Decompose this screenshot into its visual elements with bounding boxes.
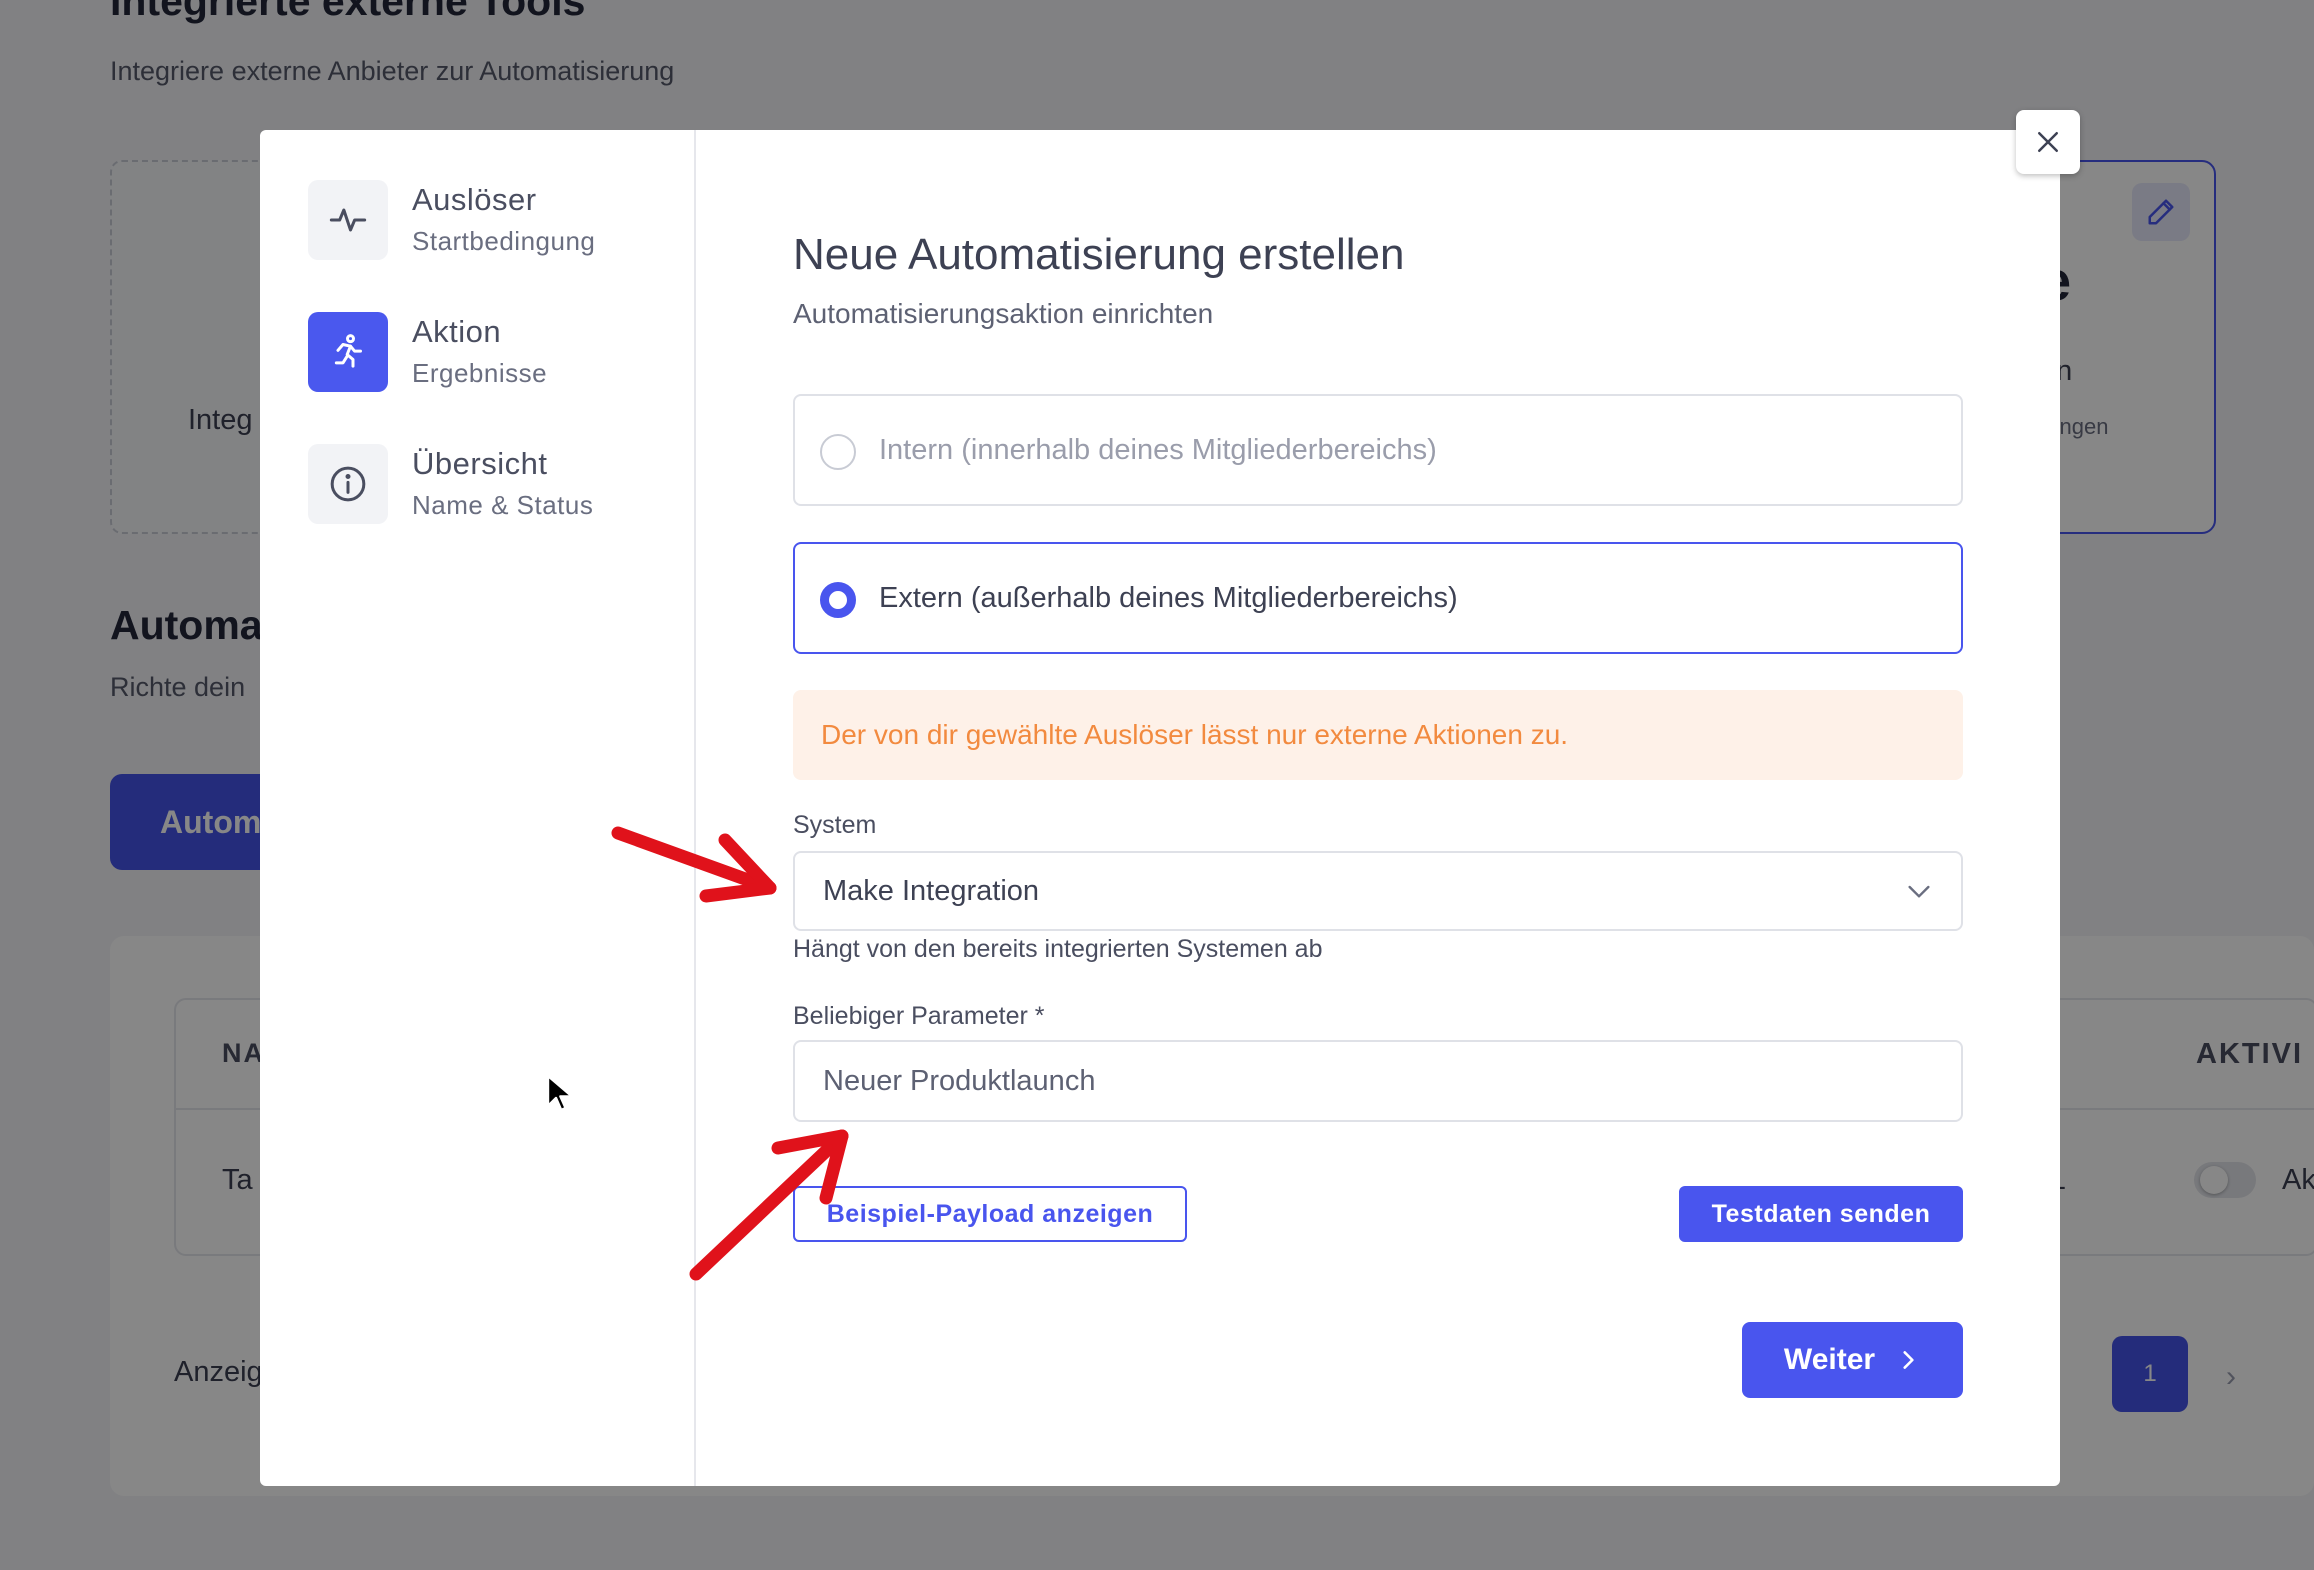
option-external[interactable]: Extern (außerhalb deines Mitgliederberei…: [793, 542, 1963, 654]
running-person-icon: [334, 334, 362, 368]
step-trigger-subtitle: Startbedingung: [412, 226, 596, 256]
system-select[interactable]: Make Integration: [793, 851, 1963, 931]
step-trigger-icon-box[interactable]: [308, 180, 388, 260]
next-button-label: Weiter: [1783, 1343, 1876, 1376]
step-overview-icon-box[interactable]: [308, 444, 388, 524]
step-trigger-title[interactable]: Auslöser: [412, 182, 537, 218]
step-overview-subtitle: Name & Status: [412, 490, 594, 520]
system-hint: Hängt von den bereits integrierten Syste…: [793, 935, 1323, 963]
chevron-down-icon: [1908, 885, 1930, 898]
warning-alert: Der von dir gewählte Auslöser lässt nur …: [793, 690, 1963, 780]
step-action-title[interactable]: Aktion: [412, 314, 501, 350]
step-overview-title[interactable]: Übersicht: [412, 446, 547, 482]
activity-icon: [329, 208, 367, 232]
system-label: System: [793, 811, 877, 839]
radio-internal[interactable]: [820, 434, 856, 470]
close-modal-button[interactable]: [2016, 110, 2080, 174]
show-payload-button[interactable]: Beispiel-Payload anzeigen: [793, 1186, 1187, 1242]
step-action-subtitle: Ergebnisse: [412, 358, 548, 388]
option-internal-label: Intern (innerhalb deines Mitgliederberei…: [879, 434, 1437, 466]
send-test-data-button[interactable]: Testdaten senden: [1679, 1186, 1963, 1242]
mouse-cursor-icon: [546, 1074, 572, 1112]
option-external-label: Extern (außerhalb deines Mitgliederberei…: [879, 582, 1458, 614]
option-internal[interactable]: Intern (innerhalb deines Mitgliederberei…: [793, 394, 1963, 506]
step-action-icon-box[interactable]: [308, 312, 388, 392]
system-select-value: Make Integration: [823, 875, 1040, 907]
wizard-steps-sidebar: Auslöser Startbedingung Aktion Ergebniss…: [260, 130, 696, 1486]
automation-wizard-modal: Auslöser Startbedingung Aktion Ergebniss…: [260, 130, 2060, 1486]
chevron-right-icon: [1903, 1351, 1914, 1369]
next-button[interactable]: Weiter: [1742, 1322, 1963, 1398]
modal-subtitle: Automatisierungsaktion einrichten: [793, 298, 1214, 329]
parameter-input[interactable]: [793, 1040, 1963, 1122]
radio-external[interactable]: [820, 582, 856, 618]
modal-title: Neue Automatisierung erstellen: [793, 230, 1405, 279]
close-icon: [2038, 132, 2058, 152]
parameter-label: Beliebiger Parameter *: [793, 1002, 1045, 1030]
info-icon: [330, 466, 366, 502]
